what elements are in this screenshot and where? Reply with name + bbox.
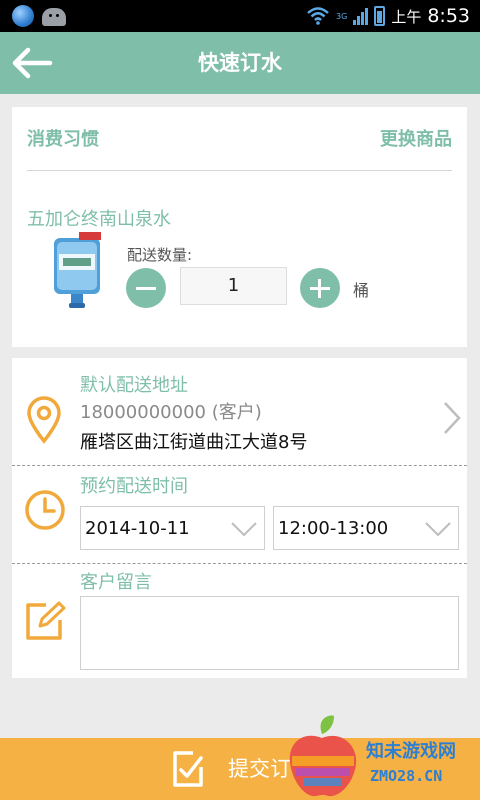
- quantity-input[interactable]: 1: [180, 267, 287, 305]
- water-bottle-image: [54, 232, 101, 308]
- product-card: 消费习惯 更换商品 五加仑终南山泉水 配送数量: 1 桶: [12, 107, 467, 347]
- row-separator: [12, 465, 467, 466]
- divider: [27, 170, 452, 171]
- date-value: 2014-10-11: [85, 518, 190, 539]
- android-icon: [42, 8, 66, 26]
- system-icons: 3G 上午 8:53: [306, 0, 470, 32]
- quantity-label: 配送数量:: [127, 246, 193, 264]
- page-title: 快速订水: [198, 51, 282, 75]
- address-street: 雁塔区曲江街道曲江大道8号: [80, 432, 308, 453]
- default-address-title: 默认配送地址: [80, 375, 188, 396]
- status-bar: 3G 上午 8:53: [0, 0, 480, 32]
- wifi-icon: [307, 7, 329, 25]
- chevron-right-icon[interactable]: [441, 400, 463, 436]
- signal-icon: [353, 7, 369, 25]
- back-arrow-icon[interactable]: [10, 43, 54, 83]
- customer-message-title: 客户留言: [80, 572, 152, 593]
- location-pin-icon: [27, 396, 61, 444]
- network-type: 3G: [336, 11, 348, 21]
- watermark-site-name: 知未游戏网: [366, 741, 456, 762]
- address-phone: 18000000000 (客户): [80, 402, 262, 423]
- status-time: 8:53: [427, 5, 470, 27]
- edit-note-icon: [26, 601, 66, 640]
- chevron-down-icon: [425, 522, 451, 537]
- product-name: 五加仑终南山泉水: [27, 209, 171, 230]
- plus-button[interactable]: [300, 268, 340, 308]
- delivery-time-title: 预约配送时间: [80, 476, 188, 497]
- delivery-card: 默认配送地址 18000000000 (客户) 雁塔区曲江街道曲江大道8号 预约…: [12, 358, 467, 678]
- clock-icon: [25, 490, 65, 530]
- notification-icons: [12, 5, 66, 27]
- check-document-icon: [173, 751, 203, 787]
- message-textarea[interactable]: [80, 596, 459, 670]
- quantity-unit: 桶: [353, 281, 370, 300]
- minus-button[interactable]: [126, 268, 166, 308]
- change-product-link[interactable]: 更换商品: [380, 125, 452, 151]
- title-bar: 快速订水: [0, 32, 480, 94]
- time-slot-select[interactable]: 12:00-13:00: [273, 506, 459, 550]
- watermark-url: ZMO28.CN: [370, 767, 443, 785]
- row-separator: [12, 563, 467, 564]
- globe-icon: [12, 5, 34, 27]
- consumption-habit-link[interactable]: 消费习惯: [27, 125, 99, 151]
- time-slot-value: 12:00-13:00: [278, 518, 389, 539]
- battery-icon: [374, 6, 386, 26]
- watermark-logo: [289, 715, 357, 797]
- chevron-down-icon: [231, 522, 257, 537]
- date-select[interactable]: 2014-10-11: [80, 506, 265, 550]
- status-ampm: 上午: [391, 7, 422, 26]
